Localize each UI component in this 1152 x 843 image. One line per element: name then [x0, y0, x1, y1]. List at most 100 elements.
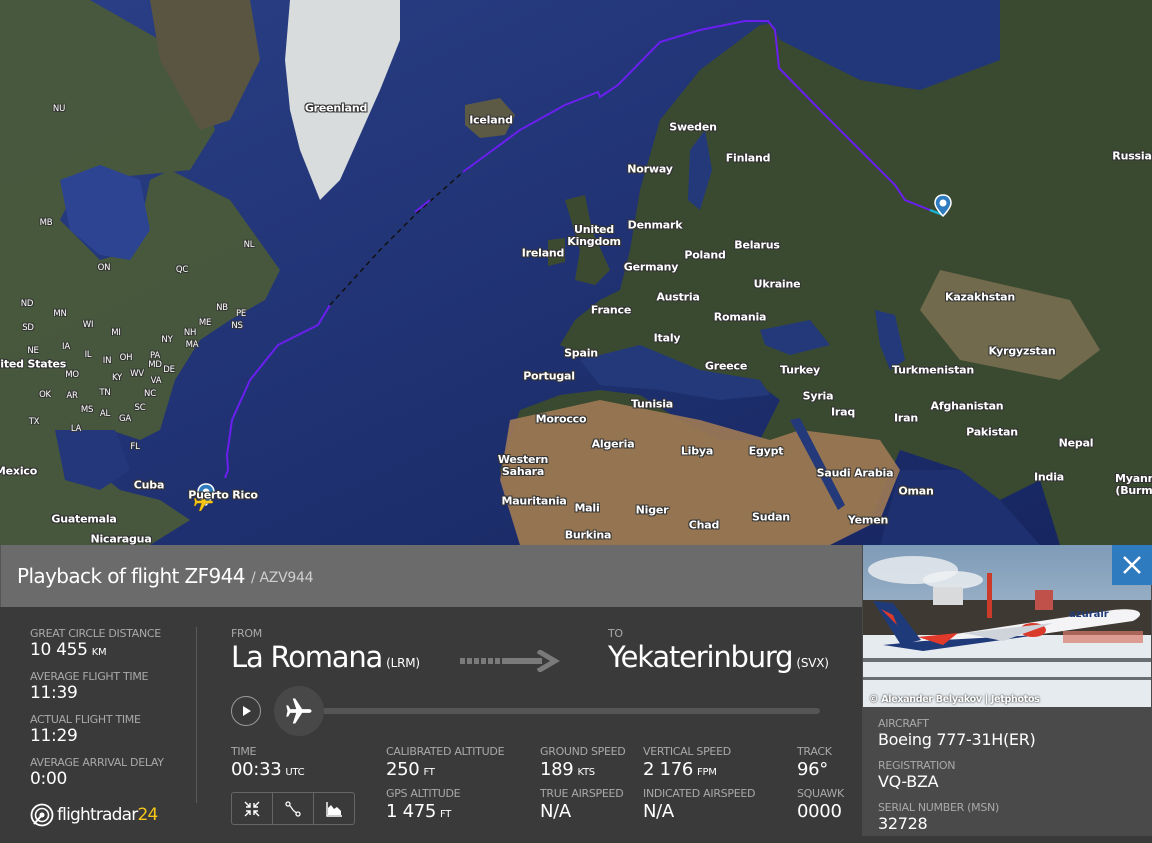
stat-label: ACTUAL FLIGHT TIME [30, 713, 141, 726]
map-label-state: SD [22, 323, 34, 333]
map-label-state: AL [99, 409, 111, 419]
play-button[interactable] [231, 696, 261, 726]
map-label-state: KY [111, 373, 123, 383]
time-value: 00:33 UTC [231, 759, 305, 780]
from-label: FROM [231, 627, 262, 640]
map-label-puerto-rico: Puerto Rico [188, 488, 258, 502]
map-label-united-states: United States [0, 357, 67, 371]
map-label-iran: Iran [894, 411, 918, 425]
origin-city[interactable]: La Romana (LRM) [231, 640, 420, 674]
aircraft-type-value: Boeing 777-31H(ER) [878, 730, 1036, 749]
destination-pin-icon[interactable] [934, 194, 952, 218]
map-background [0, 0, 1152, 545]
indicated-airspeed: INDICATED AIRSPEED N/A [643, 787, 755, 822]
flightradar24-logo[interactable]: flightradar24 [30, 803, 158, 827]
map-label-state: TN [99, 388, 111, 398]
map-label-western-sahara: Western Sahara [497, 453, 549, 478]
area-chart-icon [326, 801, 342, 817]
map-label-state: IN [102, 356, 112, 366]
map-label-state: NB [216, 303, 228, 313]
map-label-state: FL [130, 442, 140, 452]
map-label-state: ON [97, 263, 111, 273]
origin-airport: FROM La Romana (LRM) [231, 627, 420, 674]
map-label-united-kingdom: United Kingdom [567, 223, 621, 248]
map-label-germany: Germany [623, 260, 679, 274]
track-label: TRACK [797, 745, 832, 758]
aircraft-type: AIRCRAFT Boeing 777-31H(ER) [878, 717, 1036, 759]
map-label-ukraine: Ukraine [753, 277, 801, 291]
ground-speed: GROUND SPEED 189 KTS [540, 745, 626, 780]
radar-icon [30, 803, 54, 827]
map-label-state: OK [39, 390, 51, 400]
registration-value[interactable]: VQ-BZA [878, 772, 1035, 791]
time-readout: TIME 00:33 UTC [231, 745, 305, 780]
serial-number: SERIAL NUMBER (MSN) 32728 [878, 801, 1035, 843]
map-label-india: India [1034, 470, 1064, 484]
map-label-state: ND [20, 299, 34, 309]
altitude-graph-button[interactable] [314, 793, 354, 824]
to-label: TO [608, 627, 623, 640]
flight-stats: GREAT CIRCLE DISTANCE 10 455 KM AVERAGE F… [30, 627, 164, 799]
time-label: TIME [231, 745, 257, 758]
map-label-nicaragua: Nicaragua [90, 532, 152, 546]
map-label-iceland: Iceland [469, 113, 513, 127]
map-label-state: WV [130, 369, 144, 379]
map-label-iraq: Iraq [830, 405, 856, 419]
route-path-icon [285, 800, 301, 817]
airplane-icon [286, 698, 312, 724]
map-label-egypt: Egypt [748, 444, 784, 458]
map-label-state: NH [183, 328, 197, 338]
map-label-portugal: Portugal [523, 369, 575, 383]
playback-panel: Playback of flight ZF944 / AZV944 GREAT … [0, 545, 862, 836]
stat-average-arrival-delay: AVERAGE ARRIVAL DELAY 0:00 [30, 756, 164, 799]
map-label-greenland: Greenland [304, 101, 368, 115]
map-label-state: IA [62, 342, 70, 352]
map-label-kyrgyzstan: Kyrgyzstan [988, 344, 1056, 358]
aircraft-photo-image: azurair [863, 545, 1151, 707]
column-divider [196, 627, 197, 803]
map-label-oman: Oman [898, 484, 934, 498]
stat-great-circle-distance: GREAT CIRCLE DISTANCE 10 455 KM [30, 627, 164, 670]
stat-value: 10 455 KM [30, 640, 107, 660]
close-button[interactable] [1112, 545, 1152, 585]
callsign: / AZV944 [250, 570, 314, 586]
destination-airport: TO Yekaterinburg (SVX) [608, 627, 829, 674]
aircraft-photo[interactable]: azurair © Alexander Belyakov | Jetphotos [863, 545, 1151, 707]
map-label-france: France [590, 303, 632, 317]
map-label-syria: Syria [802, 389, 834, 403]
map-label-state: NL [243, 240, 255, 250]
photo-credit[interactable]: © Alexander Belyakov | Jetphotos [869, 694, 1040, 705]
map-label-state: NE [27, 346, 39, 356]
vertical-speed: VERTICAL SPEED 2 176 FPM [643, 745, 731, 780]
stat-value: 11:29 [30, 726, 78, 746]
map-label-belarus: Belarus [734, 238, 780, 252]
stat-label: GREAT CIRCLE DISTANCE [30, 627, 161, 640]
calibrated-altitude-value: 250 FT [386, 759, 435, 780]
map-label-state: AR [66, 391, 78, 401]
calibrated-altitude-label: CALIBRATED ALTITUDE [386, 745, 505, 758]
map-label-state: OH [119, 353, 133, 363]
true-airspeed-value: N/A [540, 801, 571, 822]
gps-altitude-label: GPS ALTITUDE [386, 787, 461, 800]
map-label-afghanistan: Afghanistan [930, 399, 1004, 413]
livery-text: azurair [1069, 609, 1109, 620]
route-button[interactable] [273, 793, 314, 824]
playback-scrubber[interactable] [274, 686, 324, 736]
flight-map[interactable]: Greenland Iceland Sweden Norway Finland … [0, 0, 1152, 545]
map-label-cuba: Cuba [133, 478, 165, 492]
calibrated-altitude: CALIBRATED ALTITUDE 250 FT [386, 745, 505, 780]
collapse-view-button[interactable] [232, 793, 273, 824]
map-label-pakistan: Pakistan [966, 425, 1018, 439]
ground-speed-value: 189 KTS [540, 759, 595, 780]
map-label-state: SC [134, 403, 146, 413]
map-label-turkmenistan: Turkmenistan [891, 363, 975, 377]
map-label-poland: Poland [684, 248, 726, 262]
map-label-italy: Italy [653, 331, 681, 345]
map-label-state: NY [161, 335, 173, 345]
true-airspeed: TRUE AIRSPEED N/A [540, 787, 624, 822]
map-label-guatemala: Guatemala [51, 512, 117, 526]
track: TRACK 96° [797, 745, 832, 780]
playback-timeline[interactable] [300, 708, 820, 714]
destination-city[interactable]: Yekaterinburg (SVX) [608, 640, 829, 674]
map-label-myanmar: Myanmar (Burma) [1115, 472, 1152, 497]
